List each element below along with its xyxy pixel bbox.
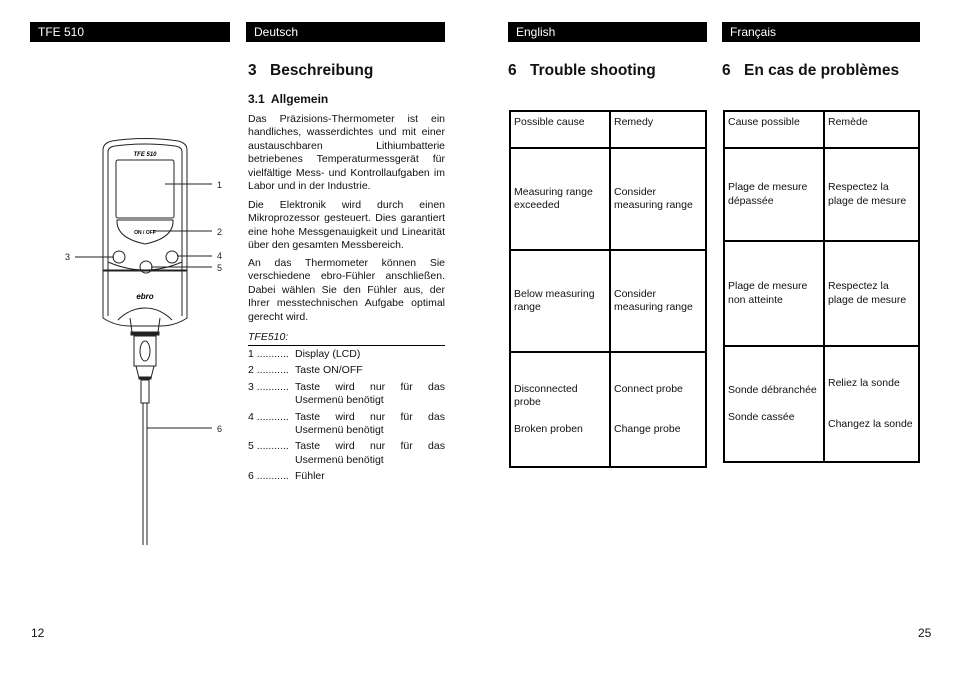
button-4 [165,250,179,264]
cause-text: Disconnected probe [514,382,578,409]
cause-cell: Below measuring range [509,249,611,353]
callout-4: 4 [217,251,222,261]
part-number: 5 ........... [248,440,289,453]
header-cell: Possible cause [509,110,611,149]
cause-cell: Sonde débranchée Sonde cassée [723,345,825,463]
callout-5: 5 [217,263,222,273]
part-number: 1 ........... [248,348,289,360]
part-description: Fühler [295,470,325,483]
language-label: Français [730,25,777,39]
list-item: 3 ........... Taste wird nur für das User… [248,381,445,408]
remedy-text: Changez la sonde [828,417,913,430]
lcd-display [115,159,175,219]
button-3 [112,250,126,264]
part-number: 6 ........... [248,470,289,483]
thermometer-illustration: TFE 510 ON / OFF ebro 1 2 3 4 5 6 [65,138,222,545]
remedy-cell: Consider measuring range [609,249,707,353]
callout-2: 2 [217,227,222,237]
list-item: 6 ........... Fühler [248,470,445,483]
troubleshooting-table-french: Cause possible Remède Plage de mesure dé… [723,110,920,463]
table-row: Sonde débranchée Sonde cassée Reliez la … [723,345,920,463]
device-button-label: ON / OFF [134,230,156,236]
section-heading: 6 Trouble shooting [508,62,656,80]
table-row: Measuring range exceeded Consider measur… [509,147,707,251]
header-cell: Remède [823,110,920,149]
troubleshooting-table-english: Possible cause Remedy Measuring range ex… [509,110,707,468]
table-header-row: Possible cause Remedy [509,110,707,149]
header-bar-english: English [508,22,707,42]
cause-text: Broken proben [514,422,583,435]
section-heading: 6 En cas de problèmes [722,62,899,80]
cause-cell: Measuring range exceeded [509,147,611,251]
section-number: 3 [248,62,257,79]
part-description: Taste wird nur für das Usermenü benötigt [295,440,445,466]
section-title: Beschreibung [270,62,374,79]
section-title: Trouble shooting [530,62,656,79]
language-label: English [516,25,556,39]
header-cell: Remedy [609,110,707,149]
remedy-cell: Reliez la sonde Changez la sonde [823,345,920,463]
paragraph: Das Präzisions-Thermometer ist ein handl… [248,113,445,193]
list-item: 5 ........... Taste wird nur für das User… [248,440,445,467]
table-header-row: Cause possible Remède [723,110,920,149]
part-number: 4 ........... [248,410,289,423]
section-number: 6 [722,62,731,79]
table-row: Plage de mesure non atteinte Respectez l… [723,240,920,347]
divider [248,345,445,346]
brand-logo: ebro [136,292,153,301]
remedy-text: Reliez la sonde [828,377,900,390]
cause-text: Sonde cassée [728,410,795,423]
table-row: Disconnected probe Broken proben Connect… [509,351,707,468]
table-row: Plage de mesure dépassée Respectez la pl… [723,147,920,242]
subsection-heading: 3.1 Allgemein [248,92,329,106]
page-number-left: 12 [31,626,45,640]
cause-text: Sonde débranchée [728,384,817,397]
part-description: Taste wird nur für das Usermenü benötigt [295,380,445,407]
remedy-cell: Consider measuring range [609,147,707,251]
remedy-text: Connect probe [614,382,683,395]
language-label: Deutsch [254,25,299,39]
device-model-label: TFE 510 [133,152,157,158]
cause-cell: Plage de mesure dépassée [723,147,825,242]
header-bar-francais: Français [722,22,920,42]
list-item: 2 ........... Taste ON/OFF [248,364,445,377]
remedy-text: Change probe [614,423,681,435]
paragraph: An das Thermometer können Sie verschiede… [248,257,445,323]
part-description: Taste ON/OFF [295,364,363,377]
parts-label: TFE510: [248,331,289,343]
callout-3: 3 [65,252,70,262]
page-number-right: 25 [918,626,932,640]
header-cell: Cause possible [723,110,825,149]
table-row: Below measuring range Consider measuring… [509,249,707,353]
remedy-cell: Respectez la plage de mesure [823,240,920,347]
part-number: 3 ........... [248,380,289,393]
list-item: 4 ........... Taste wird nur für das User… [248,411,445,438]
part-description: Display (LCD) [295,348,361,360]
part-number: 2 ........... [248,364,289,377]
callout-1: 1 [217,180,222,190]
section-number: 6 [508,62,517,79]
callout-6: 6 [217,424,222,434]
list-item: 1 ........... Display (LCD) [248,348,445,361]
section-title: En cas de problèmes [744,62,900,79]
remedy-cell: Respectez la plage de mesure [823,147,920,242]
cause-cell: Disconnected probe Broken proben [509,351,611,468]
section-heading: 3 Beschreibung [248,62,373,80]
parts-list: 1 ........... Display (LCD) 2 ...........… [248,348,445,487]
cause-cell: Plage de mesure non atteinte [723,240,825,347]
header-bar-deutsch: Deutsch [246,22,445,42]
part-description: Taste wird nur für das Usermenü benötigt [295,410,445,437]
paragraph: Die Elektronik wird durch einen Mikropro… [248,199,445,252]
remedy-cell: Connect probe Change probe [609,351,707,468]
